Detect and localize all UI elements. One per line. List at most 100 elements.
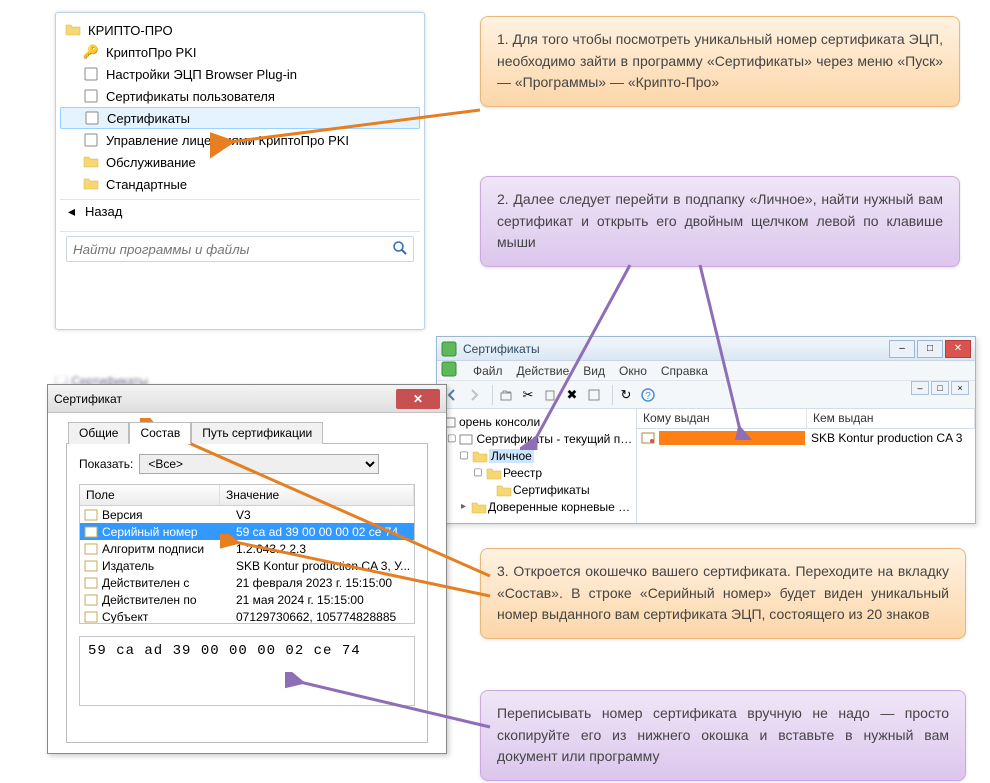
menu-help[interactable]: Справка xyxy=(661,364,708,378)
cert-list-row[interactable]: SKB Kontur production CA 3 xyxy=(637,429,975,447)
field-name: Действителен по xyxy=(102,593,236,607)
key-icon: 🔑 xyxy=(82,43,100,61)
menu-action[interactable]: Действие xyxy=(517,364,570,378)
field-icon xyxy=(84,526,98,538)
tree-root[interactable]: орень консоли xyxy=(459,415,540,429)
col-issued-to[interactable]: Кому выдан xyxy=(637,409,807,428)
tb-help-button[interactable]: ? xyxy=(637,384,659,406)
chevron-left-icon: ◂ xyxy=(68,203,75,220)
start-menu-item[interactable]: Сертификаты пользователя xyxy=(60,85,420,107)
folder-icon xyxy=(471,500,485,514)
start-menu-item-label: Управление лицензиями КриптоПро PKI xyxy=(106,133,349,148)
mmc-window: Сертификаты – □ ✕ Файл Действие Вид Окно… xyxy=(436,336,976,524)
tab-details[interactable]: Состав xyxy=(129,422,191,444)
tree-toggle-icon[interactable]: ▸ xyxy=(459,501,468,512)
callout-step-3: 3. Откроется окошечко вашего сертификата… xyxy=(480,548,966,639)
redacted-subject-bar xyxy=(659,431,805,445)
start-menu-back[interactable]: ◂ Назад xyxy=(60,199,420,223)
field-value: 07129730662, 105774828885 xyxy=(236,610,414,624)
field-name: Серийный номер xyxy=(102,525,236,539)
inner-close-button[interactable]: × xyxy=(951,381,969,395)
certificate-dialog: Сертификат ✕ Общие Состав Путь сертифика… xyxy=(47,384,447,754)
cert-field-row[interactable]: Действителен с21 февраля 2023 г. 15:15:0… xyxy=(80,574,414,591)
tree-certs[interactable]: Сертификаты xyxy=(513,483,590,497)
col-field[interactable]: Поле xyxy=(80,485,220,505)
cert-field-row[interactable]: Серийный номер59 ca ad 39 00 00 00 02 ce… xyxy=(80,523,414,540)
start-menu-item[interactable]: 🔑 КриптоПро PKI xyxy=(60,41,420,63)
inner-restore-button[interactable]: □ xyxy=(931,381,949,395)
show-label: Показать: xyxy=(79,457,133,471)
cert-dialog-tabs: Общие Состав Путь сертификации xyxy=(48,413,446,443)
start-menu-folder[interactable]: Стандартные xyxy=(60,173,420,195)
mmc-menubar: Файл Действие Вид Окно Справка xyxy=(437,361,975,381)
cert-fields-list[interactable]: Поле Значение ВерсияV3Серийный номер59 c… xyxy=(79,484,415,624)
cert-user-icon xyxy=(82,87,100,105)
close-button[interactable]: ✕ xyxy=(945,340,971,358)
menu-window[interactable]: Окно xyxy=(619,364,647,378)
start-menu-item[interactable]: Настройки ЭЦП Browser Plug-in xyxy=(60,63,420,85)
mmc-app-menu-icon[interactable] xyxy=(441,361,459,380)
cert-dialog-pane: Показать: <Все> Поле Значение ВерсияV3Се… xyxy=(66,443,428,743)
field-name: Субъект xyxy=(102,610,236,624)
tree-toggle-icon[interactable]: ▢ xyxy=(447,433,456,444)
cert-field-row[interactable]: Действителен по21 мая 2024 г. 15:15:00 xyxy=(80,591,414,608)
close-button[interactable]: ✕ xyxy=(396,389,440,409)
cert-detail-box[interactable]: 59 ca ad 39 00 00 00 02 ce 74 xyxy=(79,636,415,706)
cert-field-row[interactable]: ВерсияV3 xyxy=(80,506,414,523)
tree-registry[interactable]: Реестр xyxy=(503,466,542,480)
start-menu-panel: КРИПТО-ПРО 🔑 КриптоПро PKI Настройки ЭЦП… xyxy=(55,12,425,330)
tb-properties-button[interactable] xyxy=(583,384,605,406)
minimize-button[interactable]: – xyxy=(889,340,915,358)
col-value[interactable]: Значение xyxy=(220,485,414,505)
cert-field-row[interactable]: Алгоритм подписи1.2.643.2.2.3 xyxy=(80,540,414,557)
field-value: 21 мая 2024 г. 15:15:00 xyxy=(236,593,414,607)
tb-cut-button[interactable]: ✂ xyxy=(517,384,539,406)
tb-refresh-button[interactable]: ↻ xyxy=(615,384,637,406)
tree-certs-current-user[interactable]: Сертификаты - текущий пользов xyxy=(476,432,634,446)
tree-personal[interactable]: Личное xyxy=(489,449,534,463)
search-icon[interactable] xyxy=(392,240,408,259)
start-menu-root[interactable]: КРИПТО-ПРО xyxy=(60,19,420,41)
tb-up-button[interactable] xyxy=(495,384,517,406)
mmc-toolbar: ✂ ✖ ↻ ? xyxy=(437,381,975,409)
cert-field-row[interactable]: Субъект07129730662, 105774828885 xyxy=(80,608,414,624)
folder-icon xyxy=(82,175,100,193)
start-menu-item-label: Сертификаты xyxy=(107,111,190,126)
cert-field-row[interactable]: ИздательSKB Kontur production CA 3, У... xyxy=(80,557,414,574)
start-menu-back-label: Назад xyxy=(85,204,122,219)
field-name: Действителен с xyxy=(102,576,236,590)
folder-icon xyxy=(82,153,100,171)
inner-minimize-button[interactable]: – xyxy=(911,381,929,395)
start-menu-item[interactable]: Управление лицензиями КриптоПро PKI xyxy=(60,129,420,151)
menu-file[interactable]: Файл xyxy=(473,364,503,378)
menu-view[interactable]: Вид xyxy=(583,364,605,378)
certs-icon xyxy=(83,109,101,127)
cert-dialog-title: Сертификат xyxy=(54,392,396,406)
field-icon xyxy=(84,611,98,623)
col-issued-by[interactable]: Кем выдан xyxy=(807,409,975,428)
cert-issuer: SKB Kontur production CA 3 xyxy=(811,431,962,445)
license-icon xyxy=(82,131,100,149)
field-name: Алгоритм подписи xyxy=(102,542,236,556)
svg-text:?: ? xyxy=(645,391,651,402)
tree-toggle-icon[interactable]: ▢ xyxy=(473,467,483,478)
start-menu-folder[interactable]: Обслуживание xyxy=(60,151,420,173)
cert-store-icon xyxy=(459,432,473,446)
tree-trusted-roots[interactable]: Доверенные корневые центр xyxy=(488,500,634,514)
tree-toggle-icon[interactable]: ▢ xyxy=(459,450,469,461)
start-menu-item-certificates[interactable]: Сертификаты xyxy=(60,107,420,129)
show-select[interactable]: <Все> xyxy=(139,454,379,474)
maximize-button[interactable]: □ xyxy=(917,340,943,358)
mmc-list: Кому выдан Кем выдан SKB Kontur producti… xyxy=(637,409,975,523)
tab-certpath[interactable]: Путь сертификации xyxy=(191,422,323,444)
folder-icon xyxy=(64,21,82,39)
tb-delete-button[interactable]: ✖ xyxy=(561,384,583,406)
tb-copy-button[interactable] xyxy=(539,384,561,406)
tb-forward-button[interactable] xyxy=(463,384,485,406)
mmc-tree[interactable]: орень консоли ▢ Сертификаты - текущий пол… xyxy=(437,409,637,523)
field-value: 1.2.643.2.2.3 xyxy=(236,542,414,556)
tab-general[interactable]: Общие xyxy=(68,422,129,444)
search-input[interactable] xyxy=(66,236,414,262)
field-icon xyxy=(84,543,98,555)
mmc-app-icon xyxy=(441,341,457,357)
